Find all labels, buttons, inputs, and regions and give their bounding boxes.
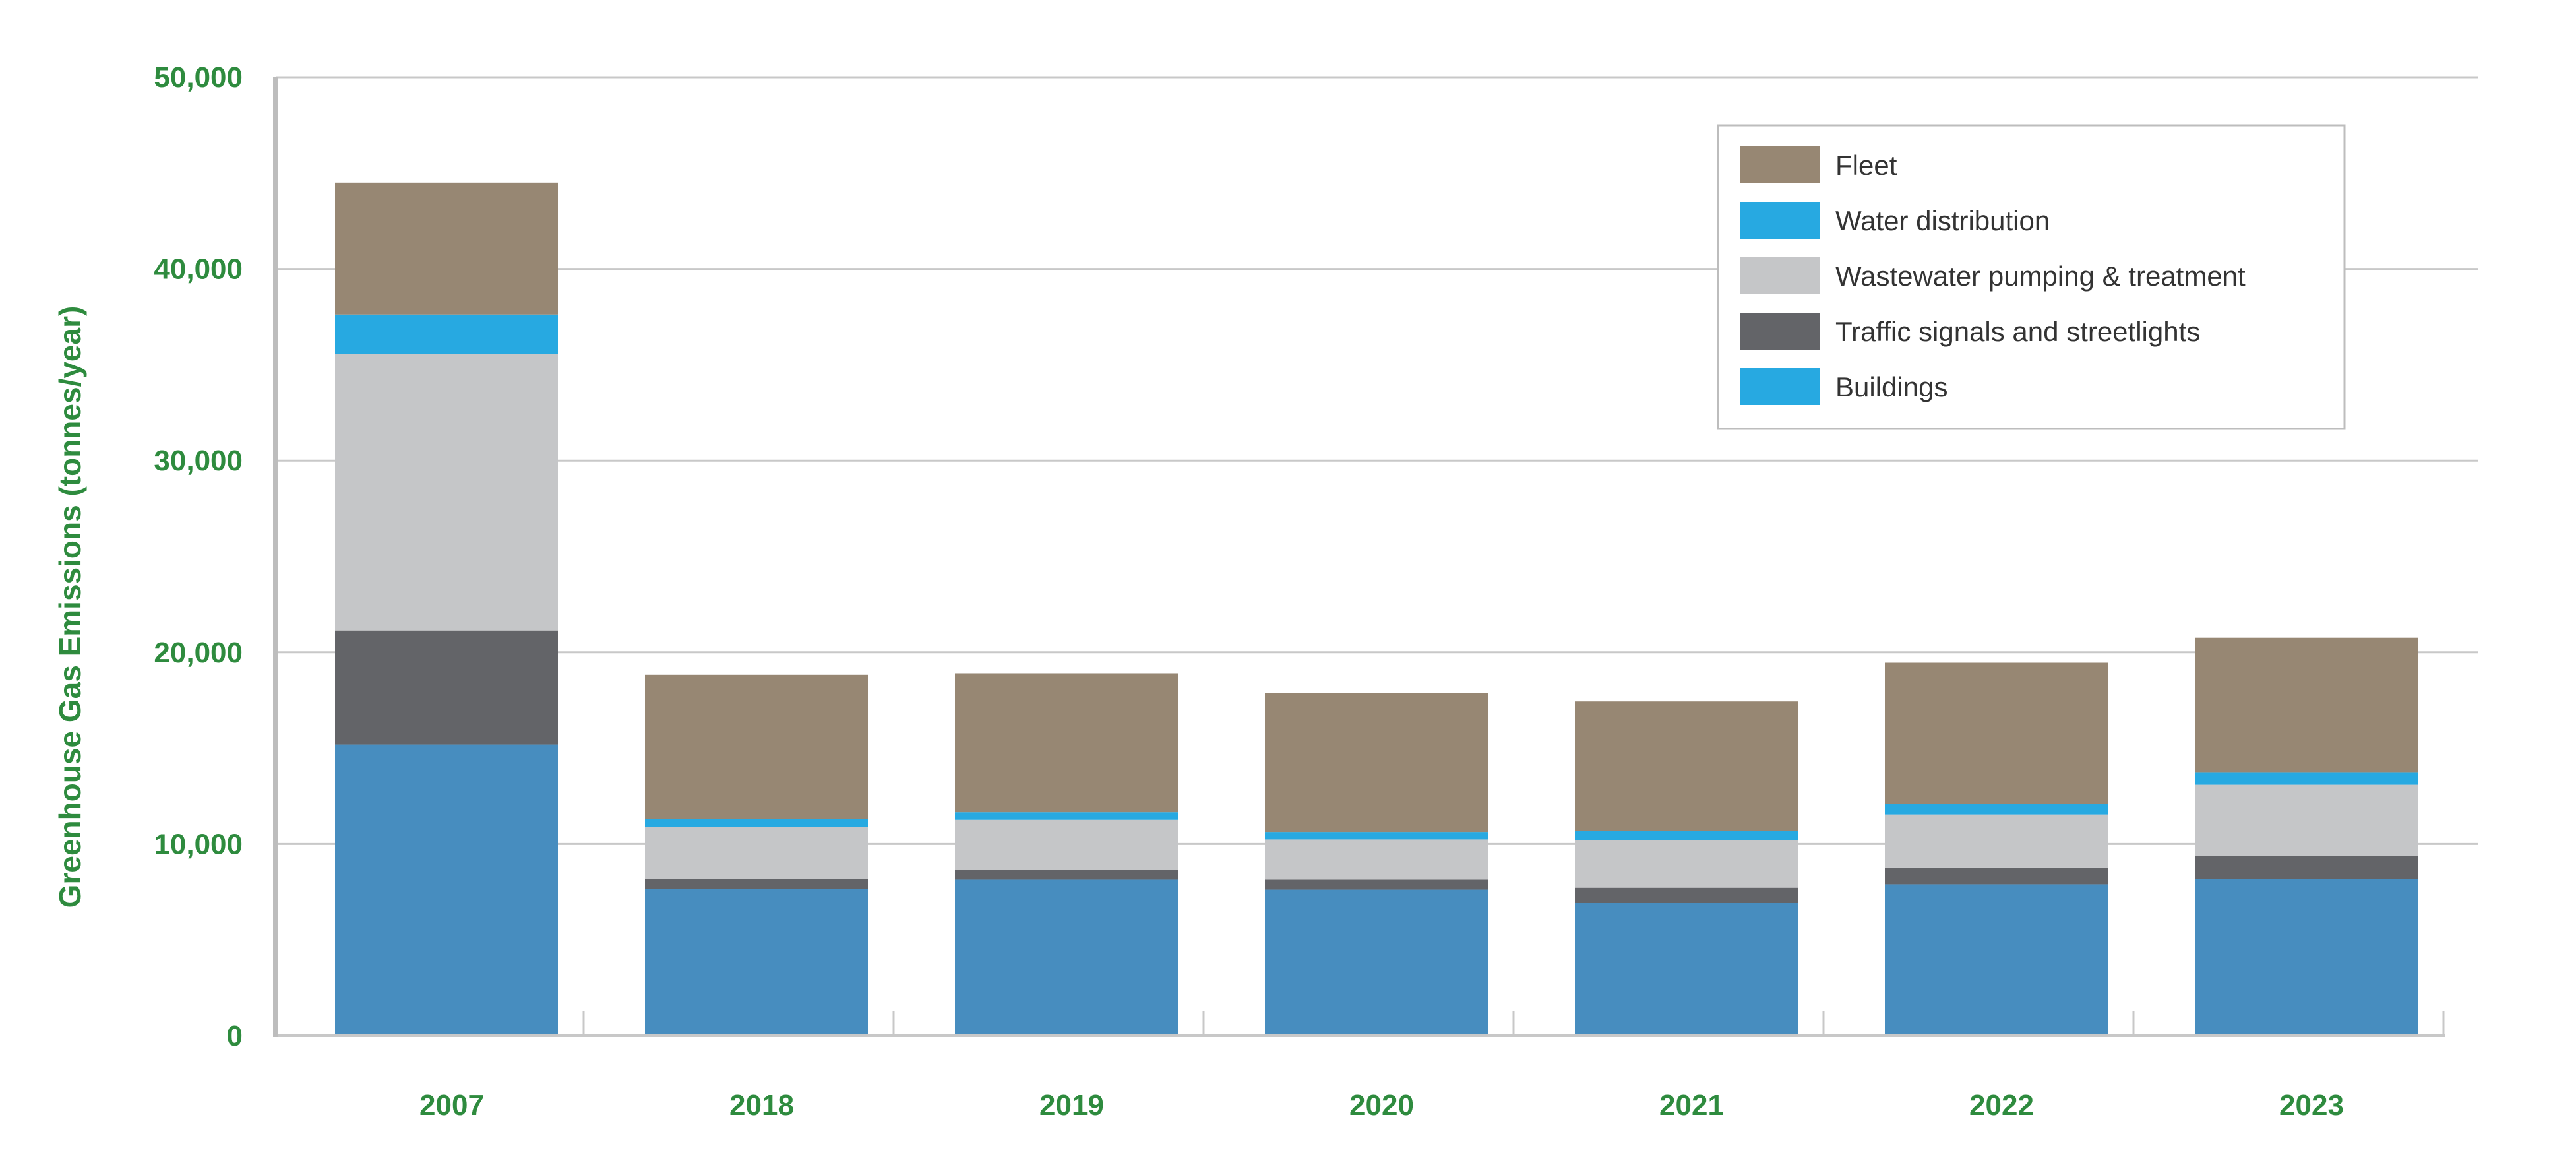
bar-segment-fleet	[1265, 693, 1488, 833]
bar-segment-water-distribution	[645, 819, 868, 827]
y-tick-label: 40,000	[154, 253, 243, 286]
bar-segment-traffic-signals-and-streetlights	[955, 870, 1178, 880]
legend-label: Water distribution	[1835, 205, 2050, 236]
bar-segment-water-distribution	[335, 314, 558, 354]
bar-segment-water-distribution	[1265, 832, 1488, 840]
bar-segment-traffic-signals-and-streetlights	[1885, 867, 2108, 885]
bar-segment-traffic-signals-and-streetlights	[645, 879, 868, 889]
bar-segment-buildings	[1575, 903, 1798, 1036]
bar-segment-wastewater-pumping-treatment	[1575, 840, 1798, 888]
bar-segment-traffic-signals-and-streetlights	[335, 630, 558, 745]
bar-segment-fleet	[1575, 701, 1798, 831]
bar-segment-wastewater-pumping-treatment	[1265, 839, 1488, 880]
x-tick-label: 2020	[1349, 1089, 1414, 1122]
x-tick-label: 2021	[1659, 1089, 1724, 1122]
stacked-bar-chart: 0 10,000 20,000 30,000 40,000 50,000 2007 2018…	[53, 61, 2478, 1122]
legend-label: Buildings	[1835, 371, 1947, 402]
bar-segment-wastewater-pumping-treatment	[335, 354, 558, 631]
y-tick-label: 20,000	[154, 637, 243, 669]
bar-segment-buildings	[645, 889, 868, 1036]
x-tick-labels: 2007 2018 2019 2020 2021 2022 2023	[419, 1089, 2344, 1122]
x-tick-label: 2007	[419, 1089, 484, 1122]
legend-swatch	[1740, 313, 1820, 350]
x-tick-label: 2018	[729, 1089, 794, 1122]
bar-segment-traffic-signals-and-streetlights	[1265, 879, 1488, 890]
bar-segment-buildings	[1265, 889, 1488, 1036]
bar-segment-wastewater-pumping-treatment	[1885, 814, 2108, 868]
x-tick-label: 2022	[1969, 1089, 2034, 1122]
x-tick-label: 2023	[2279, 1089, 2344, 1122]
bar-segment-wastewater-pumping-treatment	[2195, 784, 2418, 856]
bar-segment-fleet	[645, 674, 868, 819]
bar-segment-buildings	[2195, 878, 2418, 1036]
legend-label: Fleet	[1835, 150, 1897, 181]
bar-segment-fleet	[1885, 662, 2108, 804]
y-tick-labels: 0 10,000 20,000 30,000 40,000 50,000	[154, 61, 243, 1052]
legend-swatch	[1740, 146, 1820, 183]
y-tick-label: 30,000	[154, 445, 243, 477]
y-tick-label: 10,000	[154, 828, 243, 860]
bar-segment-buildings	[335, 744, 558, 1036]
legend-swatch	[1740, 257, 1820, 294]
legend-label: Traffic signals and streetlights	[1835, 316, 2200, 347]
bar-segment-wastewater-pumping-treatment	[645, 827, 868, 879]
bar-segment-fleet	[955, 673, 1178, 813]
bar-segment-traffic-signals-and-streetlights	[1575, 887, 1798, 903]
bar-segment-wastewater-pumping-treatment	[955, 819, 1178, 870]
bar-segment-water-distribution	[1885, 804, 2108, 815]
bar-segment-fleet	[335, 182, 558, 315]
bar-segment-water-distribution	[2195, 772, 2418, 785]
x-tick-label: 2019	[1039, 1089, 1104, 1122]
bar-segment-buildings	[955, 879, 1178, 1036]
bar-segment-fleet	[2195, 637, 2418, 773]
legend: Fleet Water distribution Wastewater pumpin…	[1717, 124, 2346, 430]
y-tick-label: 50,000	[154, 61, 243, 94]
bar-segment-buildings	[1885, 884, 2108, 1036]
legend-swatch	[1740, 368, 1820, 405]
bar-segment-traffic-signals-and-streetlights	[2195, 856, 2418, 879]
bar-segment-water-distribution	[1575, 831, 1798, 840]
legend-swatch	[1740, 202, 1820, 239]
legend-label: Wastewater pumping & treatment	[1835, 261, 2246, 292]
bar-segment-water-distribution	[955, 812, 1178, 820]
y-axis-title: Greenhouse Gas Emissions (tonnes/year)	[53, 306, 87, 908]
y-tick-label: 0	[227, 1020, 243, 1052]
